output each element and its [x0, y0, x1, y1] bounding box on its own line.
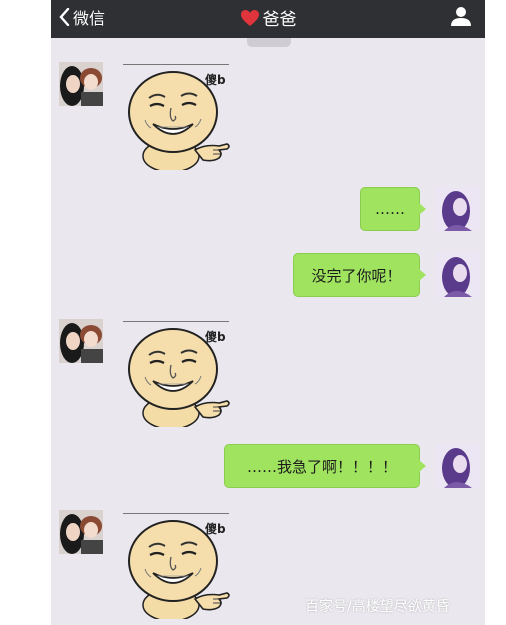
chat-screen: 微信 爸爸 傻b …… 没完了你呢！ 傻b ……我急了啊！！！！ 傻b: [51, 0, 485, 625]
chat-title: 爸爸: [51, 5, 485, 30]
contact-avatar[interactable]: [59, 62, 103, 106]
message-bubble[interactable]: 没完了你呢！: [293, 253, 426, 297]
message-bubble[interactable]: ……我急了啊！！！！: [224, 444, 426, 488]
chat-header: 微信 爸爸: [51, 0, 485, 38]
my-avatar[interactable]: [436, 444, 480, 488]
message-text: ……我急了啊！！！！: [246, 457, 397, 476]
contact-avatar[interactable]: [59, 319, 103, 363]
sticker-caption: 傻b: [204, 72, 226, 87]
profile-button[interactable]: [451, 6, 471, 30]
contact-name: 爸爸: [262, 10, 297, 30]
message-text: 没完了你呢！: [311, 266, 402, 285]
user-icon: [451, 7, 471, 26]
sticker-caption: 傻b: [204, 521, 226, 536]
watermark: 百家号/高楼望尽欲黄昏: [305, 599, 450, 615]
message-text: ……: [375, 200, 405, 218]
meme-sticker[interactable]: 傻b: [123, 513, 233, 623]
contact-avatar[interactable]: [59, 510, 103, 554]
timestamp-pill: [247, 38, 291, 47]
meme-sticker[interactable]: 傻b: [123, 321, 233, 431]
heart-icon: [240, 9, 260, 27]
my-avatar[interactable]: [436, 187, 480, 231]
message-bubble[interactable]: ……: [360, 187, 426, 231]
meme-sticker[interactable]: 傻b: [123, 64, 233, 174]
my-avatar[interactable]: [436, 253, 480, 297]
sticker-caption: 傻b: [204, 329, 226, 344]
